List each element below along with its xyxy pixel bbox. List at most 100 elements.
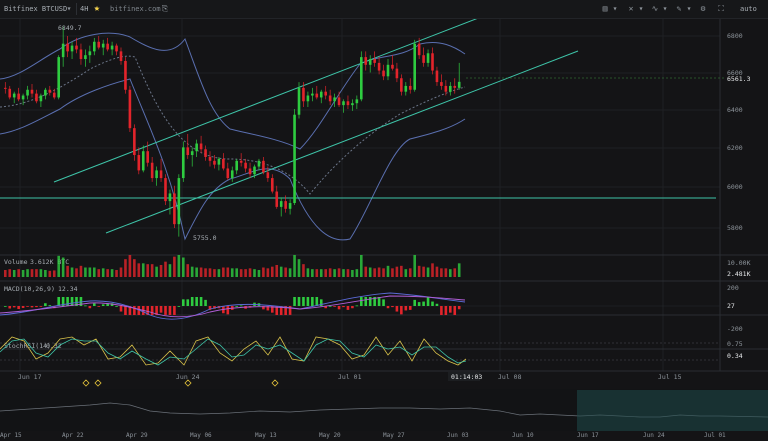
macd-histogram-bar — [150, 306, 154, 315]
navigator-window[interactable] — [577, 390, 768, 431]
volume-bar — [21, 270, 25, 277]
candle-body — [97, 41, 101, 48]
macd-histogram-bar — [449, 306, 452, 313]
volume-bar — [110, 269, 114, 277]
time-navigator[interactable] — [0, 389, 768, 431]
macd-histogram-bar — [182, 299, 185, 306]
volume-bar — [333, 269, 336, 277]
candle-body — [119, 51, 123, 61]
time-axis[interactable]: Jun 17 Jun 24 Jul 01 Jul 08 Jul 15 — [18, 373, 682, 381]
symbol-label[interactable]: Bitfinex BTCUSD — [4, 0, 67, 18]
volume-bar — [164, 261, 167, 277]
macd-histogram-bar — [177, 306, 181, 307]
volume-bar — [137, 263, 141, 277]
candle-body — [12, 93, 16, 98]
candle-body — [266, 172, 270, 179]
candle-body — [373, 59, 376, 63]
volume-bar — [288, 268, 292, 277]
volume-bar — [413, 255, 416, 277]
candle-body — [35, 93, 38, 102]
candle-body — [302, 87, 305, 102]
candle-body — [422, 55, 425, 63]
candle-body — [360, 57, 363, 100]
macd-histogram-bar — [173, 306, 176, 315]
auto-scale-toggle[interactable]: auto — [740, 0, 757, 18]
chevron-down-icon[interactable]: ▾ — [636, 0, 646, 18]
macd-histogram-bar — [8, 306, 12, 309]
volume-bar — [213, 269, 216, 277]
volume-bar — [52, 270, 56, 277]
candle-body — [391, 64, 394, 69]
time-axis-label: Jul 15 — [658, 373, 682, 381]
volume-bar — [57, 255, 60, 277]
macd-histogram-bar — [84, 305, 87, 307]
chevron-down-icon[interactable]: ▾ — [660, 0, 670, 18]
macd-histogram-bar — [164, 306, 167, 315]
navigator-label: Jun 03 — [447, 432, 469, 439]
time-axis-label: Jul 01 — [338, 373, 362, 381]
chevron-down-icon[interactable]: ▾ — [684, 0, 694, 18]
navigator-label: Apr 15 — [0, 432, 22, 439]
timeframe-label[interactable]: 4H — [80, 0, 88, 18]
candle-body — [190, 151, 194, 156]
candle-body — [440, 82, 443, 86]
candle-body — [449, 85, 452, 92]
macd-histogram-bar — [364, 297, 368, 306]
star-icon[interactable]: ★ — [90, 0, 104, 18]
event-marker[interactable] — [271, 379, 279, 387]
volume-label[interactable]: Volume — [4, 258, 28, 266]
macd-histogram-bar — [119, 306, 123, 312]
candle-body — [141, 151, 145, 171]
volume-bar — [440, 268, 443, 277]
volume-axis-tick: 10.00K — [727, 259, 751, 267]
candle-body — [364, 57, 368, 65]
candle-body — [306, 95, 310, 102]
candle-body — [208, 156, 212, 161]
candle-body — [328, 95, 332, 102]
macd-histogram-bar — [12, 306, 16, 308]
macd-histogram-bar — [88, 306, 92, 309]
candle-body — [101, 43, 105, 48]
event-marker[interactable] — [82, 379, 90, 387]
volume-bar — [177, 255, 181, 277]
volume-bar — [373, 268, 376, 277]
macd-histogram-bar — [408, 306, 412, 310]
candle-body — [404, 85, 408, 92]
chevron-down-icon[interactable]: ▾ — [610, 0, 620, 18]
macd-label[interactable]: MACD(10,26,9) — [4, 285, 55, 293]
low-annotation: 5755.0 — [193, 234, 217, 242]
candle-body — [21, 95, 25, 100]
macd-histogram-bar — [17, 306, 20, 310]
settings-icon[interactable]: ⚙ — [696, 0, 710, 18]
external-link-icon[interactable]: ⎘ — [160, 0, 170, 18]
macd-histogram-bar — [70, 297, 74, 306]
volume-bar — [39, 269, 43, 277]
candle-body — [355, 99, 359, 104]
macd-histogram-bar — [440, 306, 443, 315]
candle-body — [52, 92, 56, 98]
volume-bar — [159, 265, 163, 277]
macd-histogram-bar — [66, 297, 69, 306]
candle-body — [182, 147, 185, 179]
candle-body — [400, 78, 403, 92]
volume-bar — [97, 269, 101, 277]
volume-bar — [66, 265, 69, 277]
candle-body — [110, 45, 114, 50]
candle-body — [39, 95, 43, 102]
symbol-dropdown-icon[interactable]: ▾ — [64, 0, 74, 18]
volume-bar — [324, 269, 327, 277]
candle-body — [271, 178, 274, 192]
candle-body — [248, 168, 252, 175]
event-marker[interactable] — [94, 379, 102, 387]
candle-body — [351, 103, 354, 106]
volume-bar — [190, 266, 194, 277]
macd-histogram-bar — [337, 306, 341, 310]
candle-body — [346, 101, 350, 106]
chart-canvas[interactable]: 6849.7 5755.0 6800 6600 6400 6200 6000 5… — [0, 19, 768, 441]
price-axis[interactable]: 6800 6600 6400 6200 6000 5800 — [727, 32, 743, 232]
macd-histogram-bar — [35, 306, 38, 308]
macd-histogram-bar — [124, 306, 127, 315]
fullscreen-icon[interactable]: ⛶ — [714, 0, 728, 18]
macd-histogram-bar — [195, 297, 198, 306]
volume-bar — [217, 269, 221, 277]
